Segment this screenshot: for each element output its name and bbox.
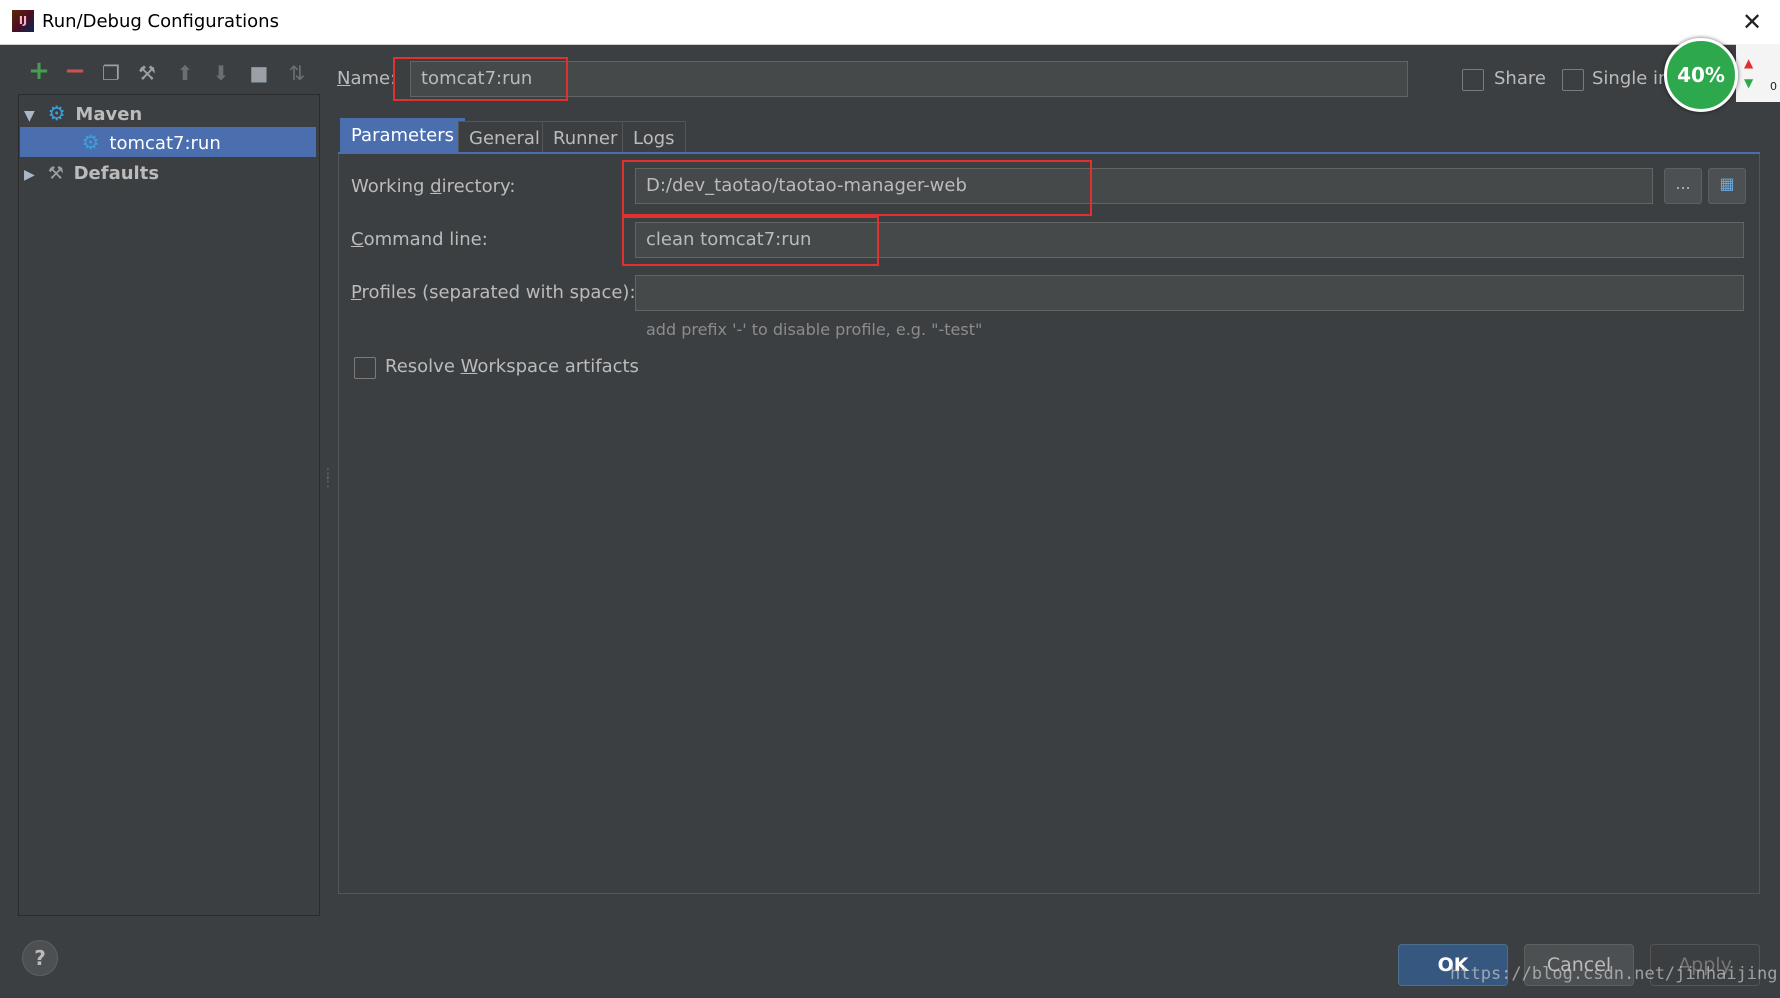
title-bar: IJ Run/Debug Configurations ✕ [0,0,1780,45]
resolve-workspace-checkbox[interactable] [354,357,376,379]
profiles-hint: add prefix '-' to disable profile, e.g. … [646,320,983,339]
share-checkbox[interactable] [1462,69,1484,91]
maven-gear-icon: ⚙ [47,101,66,125]
tab-logs[interactable]: Logs [622,121,686,156]
collapse-arrow-icon[interactable]: ▶ [24,160,42,190]
move-down-icon[interactable]: ⬇ [208,60,234,86]
name-label: Name: [337,68,397,89]
resolve-workspace-label: Resolve Workspace artifacts [385,356,639,377]
browse-button[interactable]: ... [1664,168,1702,204]
tree-item-label: tomcat7:run [109,133,221,154]
tree-item-defaults[interactable]: ▶ ⚒ Defaults [24,159,159,189]
upload-arrow-icon: ▲ [1744,56,1754,70]
watermark-text: https://blog.csdn.net/jinhaijing [1450,964,1778,984]
intellij-app-icon: IJ [12,10,34,32]
tree-item-label: Maven [75,104,143,125]
command-line-field[interactable]: clean tomcat7:run [635,222,1744,258]
speed-widget-panel [1736,44,1780,102]
command-line-label: Command line: [351,229,488,250]
copy-icon[interactable]: ❐ [98,60,124,86]
working-directory-field[interactable]: D:/dev_taotao/taotao-manager-web [635,168,1653,204]
tree-item-tomcat7-run[interactable]: ⚙ tomcat7:run [20,127,316,157]
single-instance-label: Single in [1592,68,1670,89]
speed-value: 0 [1770,80,1777,93]
remove-icon[interactable]: − [62,58,88,84]
maven-gear-icon: ⚙ [81,130,100,154]
download-arrow-icon: ▼ [1744,76,1754,90]
module-dir-icon[interactable]: ▦ [1708,168,1746,204]
tab-general[interactable]: General [458,121,551,156]
share-label: Share [1494,68,1546,89]
defaults-wrench-icon: ⚒ [47,163,64,184]
memory-usage-badge[interactable]: 40% [1664,38,1738,112]
help-button[interactable]: ? [22,940,58,976]
working-directory-label: Working directory: [351,176,516,197]
sort-icon[interactable]: ⇅ [284,60,310,86]
move-up-icon[interactable]: ⬆ [172,60,198,86]
name-field[interactable]: tomcat7:run [410,61,1408,97]
add-icon[interactable]: + [26,58,52,84]
tab-parameters[interactable]: Parameters [340,118,466,153]
config-tree-panel [18,94,320,916]
parameters-panel [338,154,1760,894]
profiles-label: Profiles (separated with space): [351,282,636,303]
folder-icon[interactable]: ■ [246,60,272,86]
tree-item-label: Defaults [73,163,160,184]
close-icon[interactable]: ✕ [1738,8,1766,36]
splitter-handle[interactable]: ⋮ ⋮ [321,467,335,500]
single-instance-checkbox[interactable] [1562,69,1584,91]
edit-defaults-icon[interactable]: ⚒ [134,60,160,86]
window-title: Run/Debug Configurations [42,11,279,32]
profiles-field[interactable] [635,275,1744,311]
tree-item-maven[interactable]: ▼ ⚙ Maven [24,98,142,128]
tab-runner[interactable]: Runner [542,121,629,156]
